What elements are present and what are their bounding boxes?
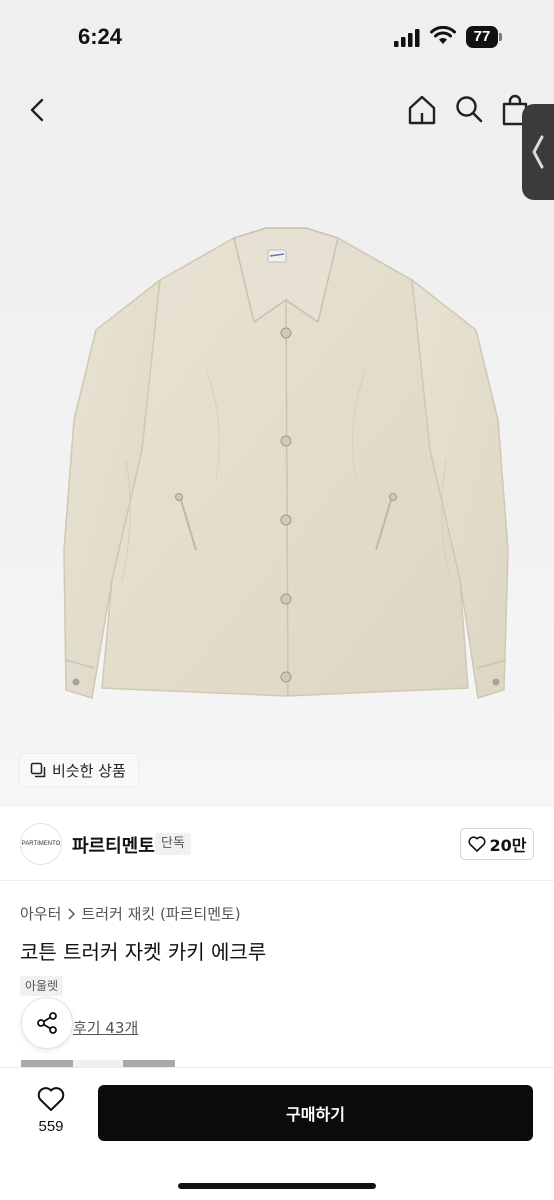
outlet-badge: 아울렛 [20, 976, 64, 996]
chevron-right-icon [68, 907, 76, 920]
home-indicator [178, 1183, 376, 1189]
status-time: 6:24 [78, 24, 123, 49]
wishlist-count: 559 [38, 1118, 64, 1135]
brand-like-count: 20만 [489, 836, 527, 855]
heart-icon [37, 1087, 65, 1111]
wishlist-button[interactable]: 559 [22, 1086, 80, 1135]
product-image-area[interactable]: 비슷한 상품 [0, 70, 554, 807]
battery-level: 77 [466, 26, 498, 48]
home-icon[interactable] [406, 94, 438, 126]
wifi-icon [430, 26, 456, 44]
search-icon[interactable] [454, 94, 484, 124]
brand-row[interactable]: PARTIMENTO 파르티멘토 단독 20만 [0, 807, 554, 881]
brand-name[interactable]: 파르티멘토 [72, 832, 155, 858]
side-panel-handle[interactable] [522, 104, 554, 200]
breadcrumb-item[interactable]: 트러커 재킷 (파르티멘토) [81, 903, 240, 924]
cellular-signal-icon [394, 29, 420, 47]
share-icon [37, 1012, 57, 1034]
copy-icon [30, 762, 46, 778]
back-icon[interactable] [24, 96, 52, 124]
similar-products-button[interactable]: 비슷한 상품 [20, 754, 138, 786]
jacket-product-image [63, 227, 509, 699]
exclusive-badge: 단독 [155, 833, 191, 855]
chevron-left-icon [532, 135, 544, 169]
buy-button[interactable]: 구매하기 [98, 1085, 533, 1141]
brand-logo[interactable]: PARTIMENTO [20, 823, 62, 865]
heart-icon [467, 836, 486, 852]
bottom-action-bar: 559 구매하기 [0, 1067, 554, 1200]
product-title: 코튼 트러커 자켓 카키 에크루 [20, 940, 267, 964]
breadcrumb: 아우터 트러커 재킷 (파르티멘토) [20, 903, 241, 924]
breadcrumb-item[interactable]: 아우터 [20, 903, 61, 924]
similar-products-label: 비슷한 상품 [52, 761, 126, 780]
status-bar: 6:24 77 [0, 0, 554, 70]
share-button[interactable] [21, 997, 73, 1049]
brand-like-button[interactable]: 20만 [460, 828, 534, 860]
battery-icon: 77 [466, 26, 502, 48]
review-link[interactable]: 후기 43개 [73, 1017, 138, 1038]
